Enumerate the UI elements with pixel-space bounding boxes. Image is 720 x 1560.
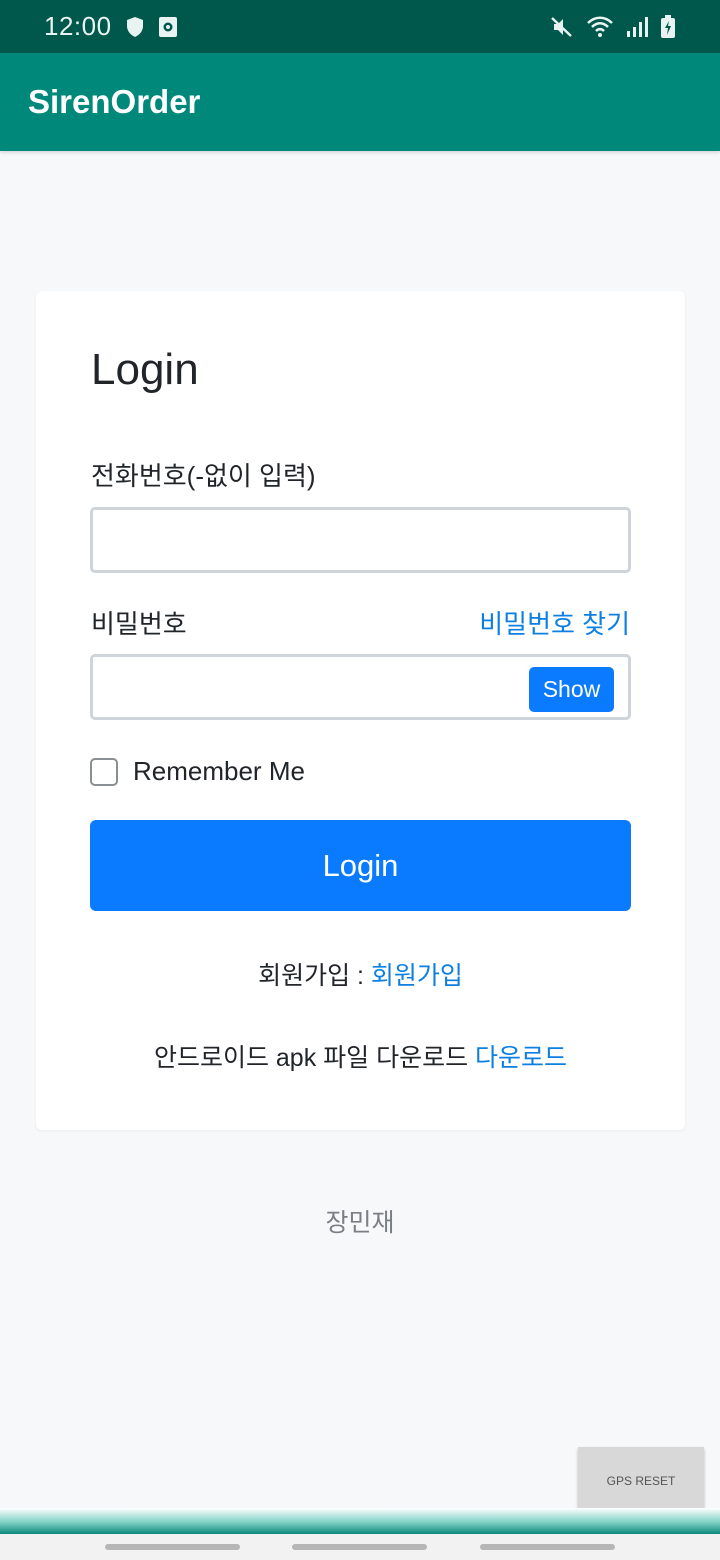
signup-prefix: 회원가입 :	[258, 962, 371, 990]
nav-home-button[interactable]	[292, 1544, 427, 1550]
mute-icon	[550, 15, 574, 39]
login-card: Login 전화번호(-없이 입력) 비밀번호 비밀번호 찾기 Show Rem…	[36, 291, 685, 1130]
password-input[interactable]: Show	[90, 654, 631, 720]
signal-icon	[626, 16, 648, 38]
footer-name: 장민재	[325, 1209, 395, 1237]
download-row: 안드로이드 apk 파일 다운로드 다운로드	[36, 1038, 685, 1074]
nav-back-button[interactable]	[480, 1544, 615, 1550]
login-button[interactable]: Login	[90, 820, 631, 911]
gps-reset-button[interactable]: GPS RESET	[578, 1447, 704, 1515]
nav-recent-button[interactable]	[105, 1544, 240, 1550]
screen-record-icon	[158, 16, 178, 38]
battery-charging-icon	[660, 14, 676, 39]
status-time: 12:00	[44, 11, 112, 41]
navigation-bar	[0, 1534, 720, 1560]
login-heading: Login	[91, 345, 199, 394]
download-link[interactable]: 다운로드	[475, 1044, 567, 1072]
shield-icon	[126, 16, 144, 38]
download-prefix: 안드로이드 apk 파일 다운로드	[153, 1044, 476, 1072]
remember-me-label[interactable]: Remember Me	[133, 756, 305, 787]
phone-input[interactable]	[90, 507, 631, 573]
show-password-button[interactable]: Show	[529, 667, 614, 712]
bottom-gradient-bar	[0, 1508, 720, 1534]
remember-me-checkbox[interactable]	[90, 757, 118, 786]
app-title: SirenOrder	[28, 83, 201, 120]
password-label: 비밀번호	[91, 609, 187, 639]
status-bar: 12:00	[0, 0, 720, 53]
signup-link[interactable]: 회원가입	[371, 962, 463, 990]
app-bar: SirenOrder	[0, 53, 720, 151]
signup-row: 회원가입 : 회원가입	[36, 956, 685, 992]
find-password-link[interactable]: 비밀번호 찾기	[479, 604, 630, 641]
wifi-icon	[586, 15, 614, 39]
phone-label: 전화번호(-없이 입력)	[91, 461, 316, 491]
remember-me-row[interactable]: Remember Me	[90, 756, 305, 787]
